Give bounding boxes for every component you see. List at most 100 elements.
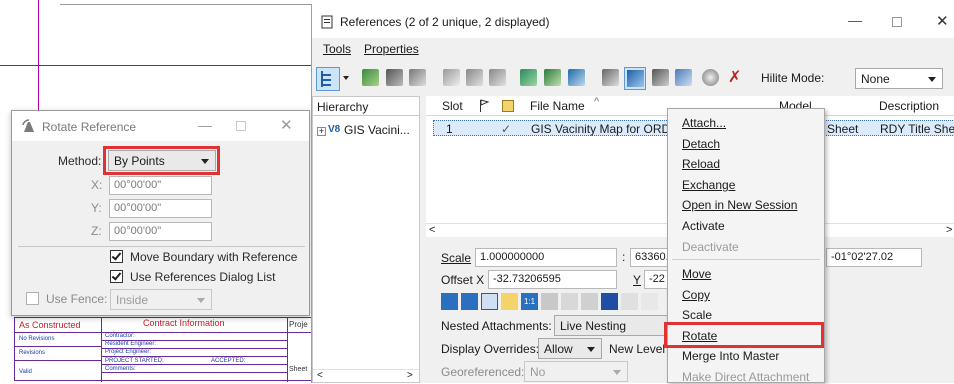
hilite-mode-dropdown[interactable]: None: [855, 68, 943, 89]
use-dialog-list-checkbox[interactable]: [110, 270, 123, 283]
column-file-name[interactable]: File Name: [530, 99, 585, 113]
rotation-input[interactable]: -01°02'27.02: [826, 248, 922, 267]
minimize-icon[interactable]: —: [848, 12, 862, 28]
clip-mask-button[interactable]: [624, 67, 646, 90]
project-engineer-label: Project Engineer:: [105, 349, 152, 355]
menu-item-reload[interactable]: Reload: [682, 157, 720, 171]
menu-item-merge-into-master[interactable]: Merge Into Master: [682, 349, 779, 363]
menu-item-detach[interactable]: Detach: [682, 137, 720, 151]
move-boundary-checkbox[interactable]: [110, 250, 123, 263]
references-toolbar: ✗ Hilite Mode: None: [312, 66, 954, 92]
scale-line-styles-icon[interactable]: [541, 293, 558, 310]
reload-icon[interactable]: [409, 69, 426, 86]
maximize-icon[interactable]: [892, 17, 902, 27]
x-angle-input[interactable]: 00°00'00": [109, 176, 212, 195]
hilite-mode-value: None: [861, 72, 890, 86]
boundary-display-icon[interactable]: [441, 293, 458, 310]
light-icon[interactable]: [641, 293, 658, 310]
menu-tools[interactable]: Tools: [323, 42, 351, 56]
contract-information-label: Contract Information: [143, 318, 225, 328]
hierarchy-scrollbar[interactable]: < >: [313, 369, 419, 383]
menu-item-open-new-session[interactable]: Open in New Session: [682, 198, 797, 212]
row-file-name: GIS Vacinity Map for ORD: [531, 122, 671, 136]
scale-denominator-input[interactable]: 63360.0: [630, 248, 670, 267]
display-column-icon: [502, 100, 514, 112]
expand-icon[interactable]: +: [317, 127, 326, 136]
y-angle-input[interactable]: 00°00'00": [109, 199, 212, 218]
clip-back-icon[interactable]: [675, 69, 692, 86]
cad-line: [0, 65, 311, 66]
row-model: Sheet: [827, 122, 859, 136]
display-overrides-label: Display Overrides:: [441, 342, 540, 356]
references-titlebar[interactable]: References (2 of 2 unique, 2 displayed) …: [312, 4, 954, 38]
z-angle-input[interactable]: 00°00'00": [109, 222, 212, 241]
copy-icon[interactable]: [489, 69, 506, 86]
offset-x-label: Offset X: [441, 273, 485, 287]
true-scale-icon[interactable]: 1:1: [521, 293, 538, 310]
set-presentation-icon[interactable]: [702, 69, 719, 86]
hilite-mode-label: Hilite Mode:: [761, 71, 825, 85]
references-title: References (2 of 2 unique, 2 displayed): [340, 15, 550, 29]
column-slot[interactable]: Slot: [442, 99, 463, 113]
treat-as-element-icon[interactable]: [561, 293, 578, 310]
use-fence-checkbox[interactable]: [26, 292, 39, 305]
fence-mode-dropdown[interactable]: Inside: [110, 289, 212, 310]
scroll-right-icon[interactable]: >: [407, 370, 413, 381]
accepted-label: ACCEPTED:: [211, 358, 246, 364]
detach-icon[interactable]: [386, 69, 403, 86]
display-raster-icon[interactable]: [461, 293, 478, 310]
sort-ascending-icon: ^: [594, 96, 600, 108]
menu-item-attach[interactable]: Attach...: [682, 116, 726, 130]
georeferenced-dropdown[interactable]: No: [524, 361, 628, 382]
flag-icon: [480, 99, 490, 112]
y-label: Y:: [91, 201, 102, 215]
scale-icon[interactable]: [520, 69, 537, 86]
menu-item-move[interactable]: Move: [682, 267, 711, 281]
close-icon[interactable]: ✕: [280, 116, 293, 134]
clip-boundary-icon[interactable]: [602, 69, 619, 86]
clip-front-icon[interactable]: [652, 69, 669, 86]
color-adjust-icon[interactable]: [621, 293, 638, 310]
no-revisions-label: No Revisions: [19, 336, 55, 342]
menu-properties[interactable]: Properties: [364, 42, 419, 56]
comments-label: Comments:: [105, 366, 136, 372]
move-icon[interactable]: [466, 69, 483, 86]
clip-mask-icon: [627, 70, 644, 87]
scroll-left-icon[interactable]: <: [317, 370, 323, 381]
hierarchy-item[interactable]: GIS Vacini...: [344, 123, 410, 137]
resident-engineer-label: Resident Engineer:: [105, 341, 157, 347]
column-description[interactable]: Description: [879, 99, 939, 113]
title-block: As Constructed Contract Information Proj…: [14, 317, 315, 382]
levels-icon[interactable]: [601, 293, 618, 310]
rotate-icon[interactable]: [544, 69, 561, 86]
locate-icon[interactable]: [501, 293, 518, 310]
rotate-dialog-titlebar[interactable]: Rotate Reference — ✕: [12, 111, 309, 141]
offset-x-input[interactable]: -32.73206595: [488, 270, 617, 289]
scroll-right-icon[interactable]: >: [946, 224, 952, 236]
nested-attachments-dropdown[interactable]: Live Nesting: [554, 315, 669, 336]
menu-item-activate[interactable]: Activate: [682, 219, 725, 233]
maximize-icon[interactable]: [236, 121, 246, 131]
row-slot: 1: [446, 122, 453, 136]
display-overrides-dropdown[interactable]: Allow: [538, 338, 602, 359]
tools-menu-button[interactable]: [316, 67, 340, 91]
attach-icon[interactable]: [362, 69, 379, 86]
exchange-icon[interactable]: [443, 69, 460, 86]
menu-item-exchange[interactable]: Exchange: [682, 178, 735, 192]
mirror-icon[interactable]: [568, 69, 585, 86]
menu-item-deactivate: Deactivate: [682, 240, 739, 254]
menu-item-copy[interactable]: Copy: [682, 288, 710, 302]
close-icon[interactable]: ✕: [936, 12, 949, 30]
minimize-icon[interactable]: —: [198, 117, 212, 133]
scroll-left-icon[interactable]: <: [429, 224, 435, 236]
display-overrides-value: Allow: [544, 342, 573, 356]
delete-icon[interactable]: ✗: [728, 67, 741, 87]
chevron-down-icon[interactable]: [343, 76, 349, 80]
menu-item-scale[interactable]: Scale: [682, 308, 712, 322]
hide-icon[interactable]: [581, 293, 598, 310]
snap-icon[interactable]: [481, 293, 498, 310]
chevron-down-icon: [928, 77, 936, 82]
use-fence-label: Use Fence:: [46, 292, 108, 306]
scale-input[interactable]: 1.000000000: [475, 248, 617, 267]
method-label: Method:: [58, 154, 102, 168]
